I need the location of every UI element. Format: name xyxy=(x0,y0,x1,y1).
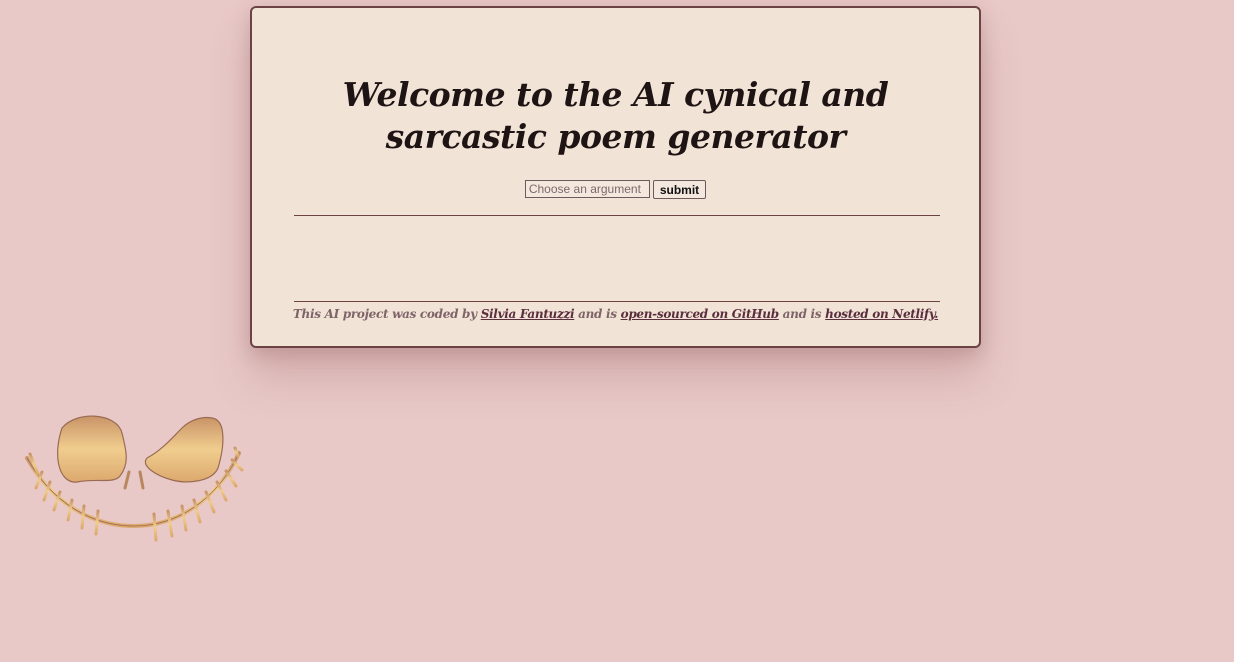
argument-form: submit xyxy=(252,180,979,199)
page-title: Welcome to the AI cynical and sarcastic … xyxy=(342,75,889,156)
divider-bottom xyxy=(294,301,940,302)
netlify-link[interactable]: hosted on Netlify. xyxy=(825,307,938,321)
footer-text-2: and is xyxy=(574,307,621,321)
footer: This AI project was coded by Silvia Fant… xyxy=(252,307,979,321)
poem-output xyxy=(294,222,940,298)
smiling-face-icon xyxy=(25,415,244,560)
divider-top xyxy=(294,215,940,216)
github-link[interactable]: open-sourced on GitHub xyxy=(621,307,779,321)
footer-text-1: This AI project was coded by xyxy=(292,307,481,321)
author-link[interactable]: Silvia Fantuzzi xyxy=(481,307,575,321)
poem-generator-card: Welcome to the AI cynical and sarcastic … xyxy=(250,6,981,348)
submit-button[interactable]: submit xyxy=(652,180,707,199)
argument-input[interactable] xyxy=(524,180,650,198)
footer-text-3: and is xyxy=(778,307,826,321)
